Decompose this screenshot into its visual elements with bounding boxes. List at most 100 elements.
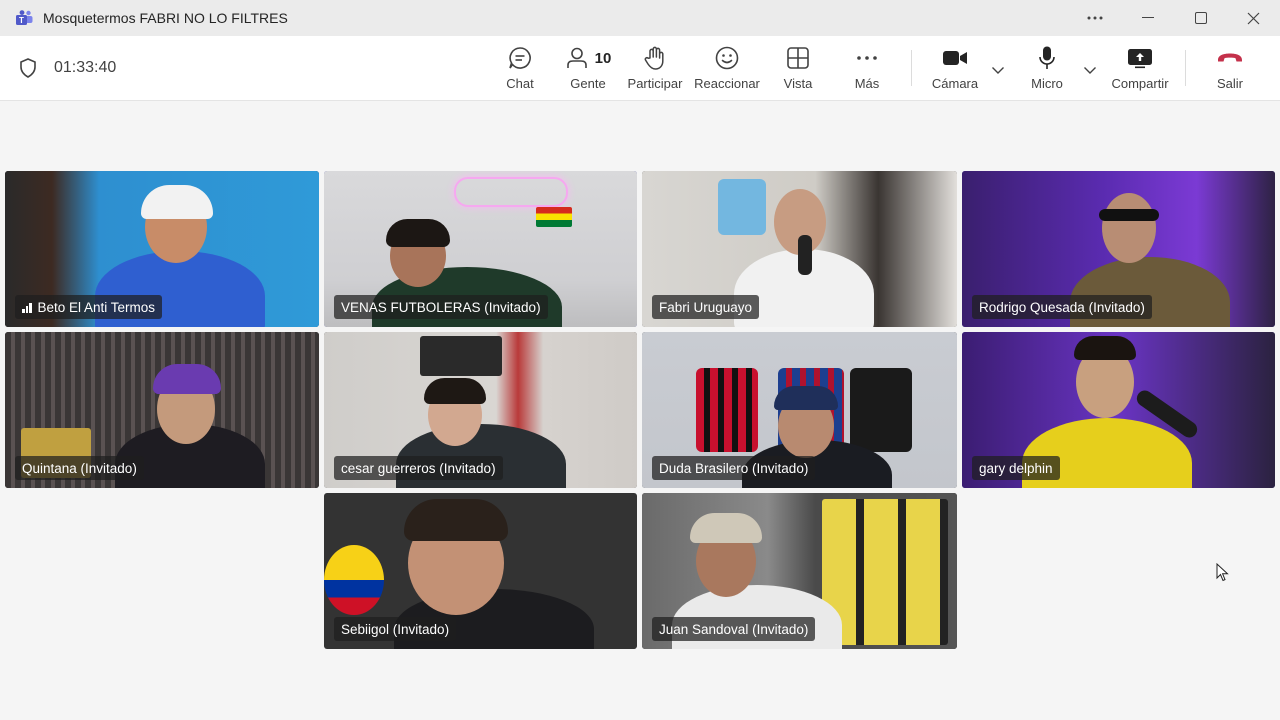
more-button[interactable]: Más <box>850 44 884 96</box>
maximize-icon <box>1194 12 1207 24</box>
participant-name-tag: Quintana (Invitado) <box>15 456 144 480</box>
participant-video-silhouette <box>690 513 762 543</box>
share-button[interactable]: Compartir <box>1109 44 1171 96</box>
people-icon <box>566 47 587 68</box>
people-icon-wrap: 10 <box>565 44 612 72</box>
shield-icon[interactable] <box>18 57 38 84</box>
camera-options-chevron-icon[interactable] <box>991 62 1005 80</box>
video-tile[interactable]: Quintana (Invitado) <box>5 332 319 488</box>
hand-icon <box>643 44 667 72</box>
ellipsis-icon <box>856 44 878 72</box>
window-controls <box>1068 0 1280 36</box>
participant-name-tag: Sebiigol (Invitado) <box>334 617 457 641</box>
participant-name-tag: gary delphin <box>972 456 1060 480</box>
video-tile-active-speaker[interactable]: Rodrigo Quesada (Invitado) <box>962 171 1275 327</box>
people-count: 10 <box>594 49 612 67</box>
chat-button[interactable]: Chat <box>500 44 540 96</box>
teams-icon: T <box>14 9 34 27</box>
participant-name: Quintana (Invitado) <box>22 460 137 476</box>
participant-name: Beto El Anti Termos <box>37 299 156 315</box>
leave-label: Salir <box>1216 76 1243 91</box>
participant-name: Sebiigol (Invitado) <box>341 621 450 637</box>
share-label: Compartir <box>1111 76 1169 91</box>
participant-name: VENAS FUTBOLERAS (Invitado) <box>341 299 541 315</box>
grid-view-icon <box>786 44 810 72</box>
svg-text:T: T <box>19 16 24 25</box>
participant-video-silhouette <box>153 364 221 394</box>
participant-name-tag: Juan Sandoval (Invitado) <box>652 617 816 641</box>
mouse-cursor-icon <box>1216 562 1230 588</box>
mic-label: Micro <box>1031 76 1063 91</box>
video-tile-active-speaker[interactable]: VENAS FUTBOLERAS (Invitado) <box>324 171 637 327</box>
smiley-icon <box>714 44 740 72</box>
video-tile[interactable]: cesar guerreros (Invitado) <box>324 332 637 488</box>
ellipsis-icon <box>1087 16 1102 20</box>
chat-label: Chat <box>506 76 534 91</box>
camera-icon <box>942 44 968 72</box>
participant-video-silhouette <box>1074 336 1136 360</box>
neon-sign-decoration <box>454 177 568 207</box>
share-screen-icon <box>1127 44 1153 72</box>
flag-decoration <box>536 207 572 227</box>
people-label: Gente <box>570 76 606 91</box>
video-tile[interactable]: Beto El Anti Termos <box>5 171 319 327</box>
participant-video-silhouette <box>404 499 508 541</box>
participant-name: gary delphin <box>979 460 1053 476</box>
react-label: Reaccionar <box>694 76 760 91</box>
video-tile[interactable]: Duda Brasilero (Invitado) <box>642 332 957 488</box>
toolbar-divider <box>1185 50 1186 86</box>
leave-button[interactable]: Salir <box>1213 44 1247 96</box>
video-tile[interactable]: Sebiigol (Invitado) <box>324 493 637 649</box>
participant-video-silhouette <box>424 378 486 404</box>
signal-strength-icon <box>22 301 32 313</box>
react-button[interactable]: Reaccionar <box>694 44 760 96</box>
sunglasses-decoration <box>1099 209 1159 221</box>
more-label: Más <box>854 76 880 91</box>
participant-name: Rodrigo Quesada (Invitado) <box>979 299 1145 315</box>
participant-name: Fabri Uruguayo <box>659 299 753 315</box>
jersey-decoration <box>420 336 502 376</box>
flag-decoration <box>324 545 384 615</box>
toolbar-divider <box>911 50 912 86</box>
title-bar: T Mosquetermos FABRI NO LO FILTRES <box>0 0 1280 36</box>
video-tile[interactable]: Fabri Uruguayo <box>642 171 957 327</box>
participant-video-silhouette <box>1102 193 1156 263</box>
people-button[interactable]: 10 Gente <box>564 44 612 96</box>
video-tile[interactable]: Juan Sandoval (Invitado) <box>642 493 957 649</box>
minimize-icon <box>1141 17 1154 18</box>
participant-name-tag: Duda Brasilero (Invitado) <box>652 456 816 480</box>
minimize-button[interactable] <box>1121 0 1174 36</box>
participant-name: Juan Sandoval (Invitado) <box>659 621 809 637</box>
camera-label: Cámara <box>931 76 979 91</box>
microphone-icon <box>1037 44 1057 72</box>
jersey-decoration <box>718 179 766 235</box>
raise-hand-button[interactable]: Participar <box>626 44 684 96</box>
more-options-button[interactable] <box>1068 0 1121 36</box>
camera-button[interactable]: Cámara <box>930 44 980 96</box>
participant-name: cesar guerreros (Invitado) <box>341 460 496 476</box>
participant-name-tag: Beto El Anti Termos <box>15 295 163 319</box>
jersey-decoration <box>850 368 912 452</box>
mic-button[interactable]: Micro <box>1028 44 1066 96</box>
participant-video-silhouette <box>141 185 213 219</box>
hang-up-icon <box>1216 44 1244 72</box>
meeting-toolbar: 01:33:40 Chat 10 Gente Participar Reacci… <box>0 36 1280 101</box>
participant-name-tag: Rodrigo Quesada (Invitado) <box>972 295 1152 319</box>
view-button[interactable]: Vista <box>781 44 815 96</box>
participant-name: Duda Brasilero (Invitado) <box>659 460 809 476</box>
jersey-decoration <box>696 368 758 452</box>
participant-video-silhouette <box>386 219 450 247</box>
view-label: Vista <box>783 76 813 91</box>
meeting-timer: 01:33:40 <box>54 59 117 76</box>
raise-hand-label: Participar <box>627 76 683 91</box>
close-icon <box>1247 12 1260 24</box>
chat-icon <box>507 44 533 72</box>
participant-name-tag: Fabri Uruguayo <box>652 295 760 319</box>
maximize-button[interactable] <box>1174 0 1227 36</box>
microphone-decoration <box>798 235 812 275</box>
mic-options-chevron-icon[interactable] <box>1083 62 1097 80</box>
close-window-button[interactable] <box>1227 0 1280 36</box>
window-title: Mosquetermos FABRI NO LO FILTRES <box>43 10 288 26</box>
participant-name-tag: VENAS FUTBOLERAS (Invitado) <box>334 295 548 319</box>
video-tile-active-speaker[interactable]: gary delphin <box>962 332 1275 488</box>
